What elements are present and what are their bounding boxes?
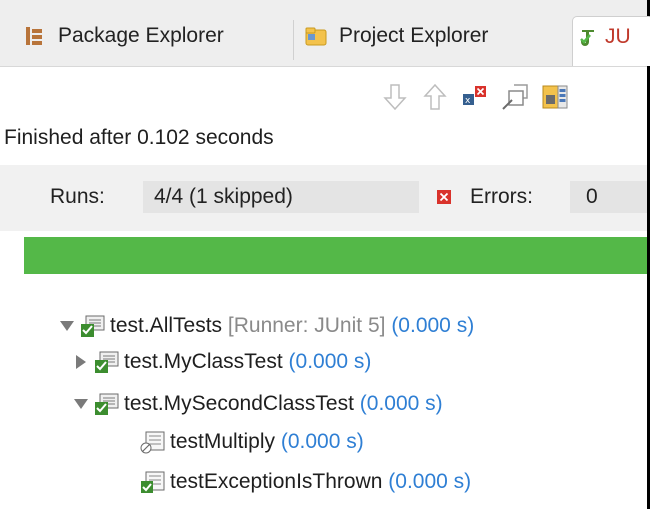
previous-failure-icon	[423, 83, 447, 110]
tab-label: JU	[605, 25, 631, 48]
tree-item-time: (0.000 s)	[388, 470, 472, 493]
previous-failure-button[interactable]	[420, 82, 450, 112]
tree-item-time: (0.000 s)	[280, 430, 364, 453]
expanded-arrow-icon[interactable]	[60, 321, 74, 331]
scroll-lock-icon	[502, 84, 528, 110]
next-failure-icon	[383, 84, 407, 111]
test-skipped-icon	[140, 431, 165, 454]
tab-divider	[293, 20, 294, 60]
errors-value-box	[570, 181, 647, 213]
tree-item-testexceptionisthrown[interactable]: testExceptionIsThrown (0.000 s)	[140, 464, 471, 500]
run-status-text: Finished after 0.102 seconds	[4, 126, 274, 149]
test-suite-success-icon	[81, 315, 105, 337]
view-tab-bar: Package Explorer Project Explorer JU	[0, 0, 650, 67]
junit-toolbar: x	[380, 80, 570, 114]
test-progress-fill	[24, 237, 647, 274]
runs-value: 4/4 (1 skipped)	[154, 185, 293, 208]
tree-item-testmultiply[interactable]: testMultiply (0.000 s)	[140, 424, 364, 460]
junit-view: Package Explorer Project Explorer JU x F…	[0, 0, 650, 509]
tab-label: Project Explorer	[339, 24, 489, 47]
tree-item-runner: [Runner: JUnit 5]	[227, 314, 386, 337]
scroll-lock-button[interactable]	[500, 82, 530, 112]
expanded-arrow-icon[interactable]	[74, 399, 88, 409]
tree-item-myclasstest[interactable]: test.MyClassTest (0.000 s)	[74, 344, 371, 380]
show-failures-only-button[interactable]: x	[460, 82, 490, 112]
collapsed-arrow-icon[interactable]	[76, 355, 86, 369]
tab-junit[interactable]: JU	[572, 16, 650, 66]
junit-icon	[580, 30, 594, 46]
tree-item-time: (0.000 s)	[288, 350, 372, 373]
tab-project-explorer[interactable]: Project Explorer	[305, 16, 488, 66]
tree-item-name: testExceptionIsThrown	[170, 470, 383, 493]
tree-item-name: test.MySecondClassTest	[124, 392, 354, 415]
runs-label: Runs:	[50, 185, 105, 208]
tree-item-time: (0.000 s)	[359, 392, 443, 415]
tree-item-name: test.MyClassTest	[124, 350, 283, 373]
test-success-icon	[141, 471, 165, 493]
next-failure-button[interactable]	[380, 82, 410, 112]
tree-item-mysecondclasstest[interactable]: test.MySecondClassTest (0.000 s)	[74, 386, 443, 422]
project-explorer-icon	[305, 27, 327, 46]
tab-label: Package Explorer	[58, 24, 224, 47]
tree-item-name: testMultiply	[170, 430, 276, 453]
layout-button[interactable]	[540, 82, 570, 112]
errors-label: Errors:	[470, 185, 533, 208]
show-failures-only-icon: x	[463, 86, 486, 106]
tree-item-alltests[interactable]: test.AllTests [Runner: JUnit 5] (0.000 s…	[60, 308, 474, 344]
tab-package-explorer[interactable]: Package Explorer	[24, 16, 224, 66]
test-suite-success-icon	[95, 393, 119, 415]
counter-panel: Runs: 4/4 (1 skipped) Errors: 0	[0, 165, 647, 231]
svg-text:x: x	[465, 96, 471, 106]
test-progress-bar	[24, 237, 647, 274]
error-icon	[437, 190, 451, 204]
tree-item-time: (0.000 s)	[391, 314, 475, 337]
tree-item-name: test.AllTests	[110, 314, 223, 337]
package-explorer-icon	[26, 27, 42, 45]
errors-value: 0	[586, 185, 598, 208]
test-suite-success-icon	[95, 351, 119, 373]
layout-icon	[542, 85, 568, 109]
